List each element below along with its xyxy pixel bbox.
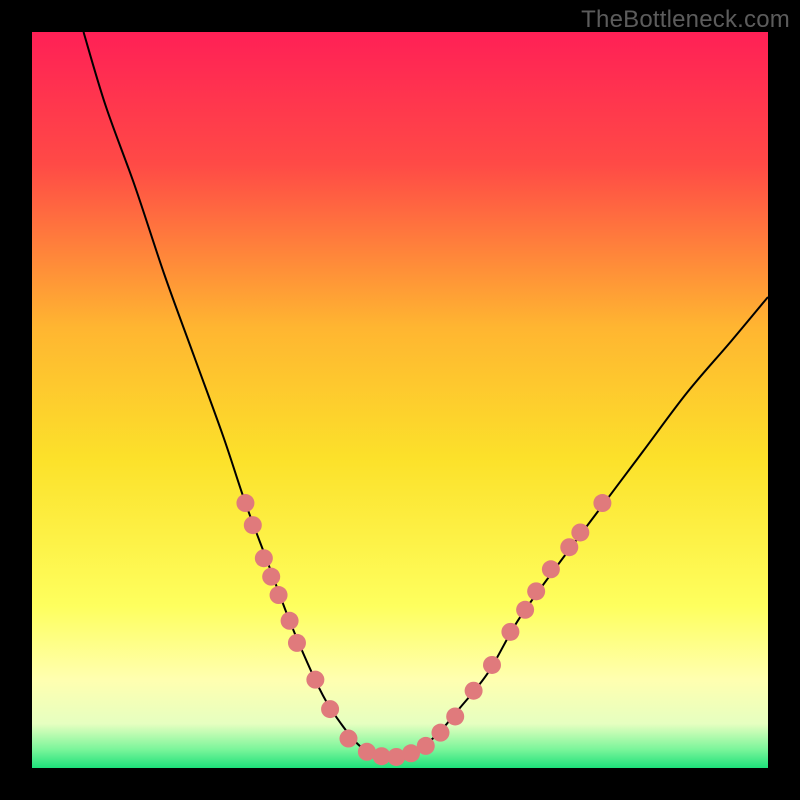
curve-marker: [483, 656, 501, 674]
curve-marker: [255, 549, 273, 567]
curve-marker: [321, 700, 339, 718]
curve-marker: [262, 568, 280, 586]
curve-marker: [270, 586, 288, 604]
curve-marker: [431, 724, 449, 742]
curve-marker: [244, 516, 262, 534]
curve-marker: [571, 523, 589, 541]
curve-marker: [542, 560, 560, 578]
bottleneck-curve: [84, 32, 768, 758]
curve-marker: [501, 623, 519, 641]
curve-marker: [288, 634, 306, 652]
curve-marker: [593, 494, 611, 512]
attribution-text: TheBottleneck.com: [581, 6, 790, 34]
chart-frame: TheBottleneck.com: [0, 0, 800, 800]
curve-marker: [560, 538, 578, 556]
curve-marker: [306, 671, 324, 689]
curve-marker: [446, 707, 464, 725]
curve-marker: [465, 682, 483, 700]
curve-marker: [281, 612, 299, 630]
curve-marker: [516, 601, 534, 619]
chart-svg: [32, 32, 768, 768]
curve-marker: [417, 737, 435, 755]
curve-marker: [236, 494, 254, 512]
curve-marker: [339, 730, 357, 748]
plot-area: [32, 32, 768, 768]
curve-marker: [527, 582, 545, 600]
